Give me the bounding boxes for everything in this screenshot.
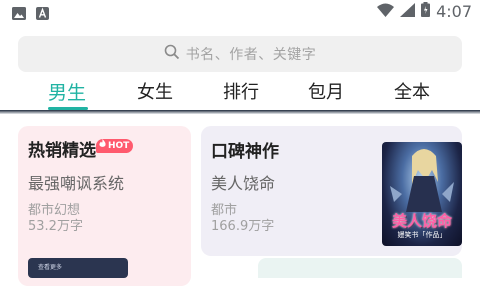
hot-badge: HOT	[96, 139, 134, 153]
category-tabs: 男生 女生 排行 包月 全本	[0, 78, 480, 110]
status-time: 4:07	[436, 2, 472, 21]
book-genre: 都市幻想	[28, 203, 81, 218]
book-word-count: 166.9万字	[211, 219, 275, 234]
badge-label: HOT	[108, 141, 130, 151]
signal-icon	[400, 2, 416, 21]
wifi-icon	[377, 2, 395, 21]
status-bar: 4:07	[0, 0, 480, 24]
tab-ranking[interactable]: 排行	[223, 78, 259, 104]
next-card-peek[interactable]	[258, 258, 462, 278]
card-title: 口碑神作	[211, 142, 279, 162]
book-cover[interactable]: 美人饶命 嫚笑书「作品」	[382, 142, 462, 246]
cover-author: 嫚笑书「作品」	[397, 231, 447, 239]
tab-complete[interactable]: 全本	[394, 78, 430, 104]
tab-male[interactable]: 男生	[48, 78, 86, 105]
search-input[interactable]: 书名、作者、关键字	[18, 36, 462, 72]
search-placeholder: 书名、作者、关键字	[185, 47, 317, 63]
cover-title: 美人饶命	[391, 212, 452, 230]
tab-female[interactable]: 女生	[137, 78, 173, 104]
book-cover-thumbnail[interactable]: 查看更多	[28, 258, 128, 278]
book-genre: 都市	[211, 203, 238, 218]
image-icon	[12, 5, 26, 24]
book-word-count: 53.2万字	[28, 219, 83, 234]
book-title[interactable]: 最强嘲讽系统	[28, 170, 124, 194]
divider	[0, 110, 480, 114]
tab-monthly[interactable]: 包月	[308, 78, 344, 104]
search-icon	[164, 44, 180, 64]
card-title: 热销精选	[28, 141, 96, 161]
battery-icon	[421, 2, 431, 21]
book-title[interactable]: 美人饶命	[211, 170, 275, 194]
flame-icon	[99, 139, 106, 153]
app-a-icon	[36, 5, 49, 24]
